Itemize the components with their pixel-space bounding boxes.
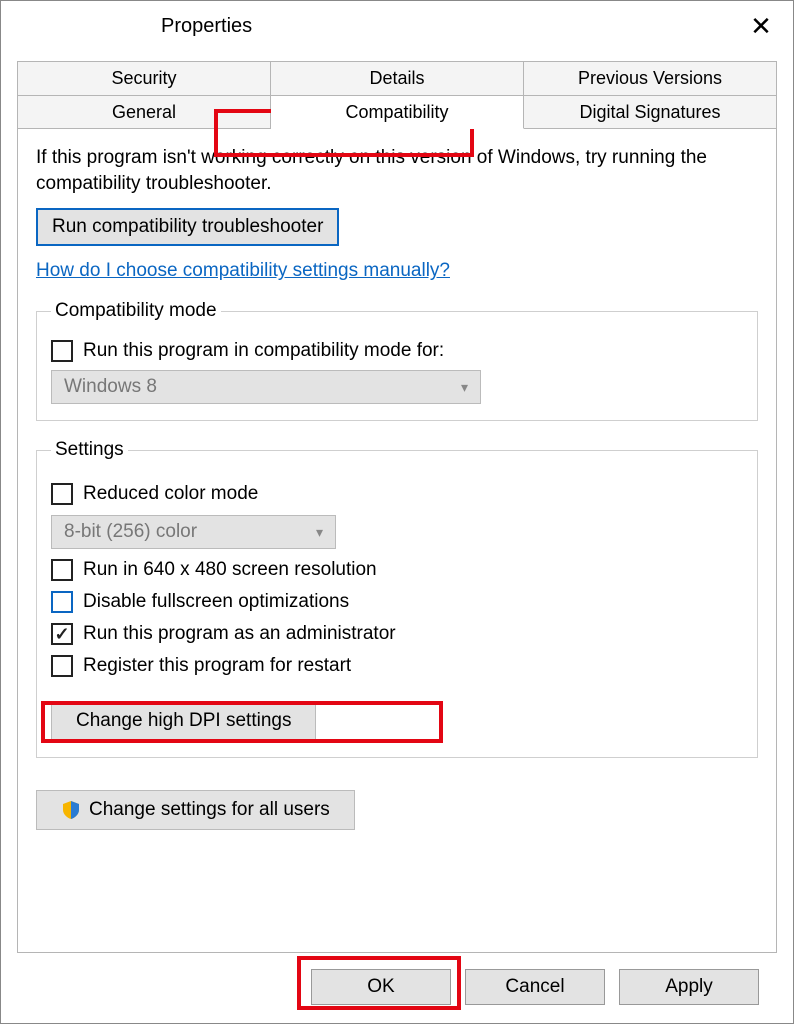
titlebar: Properties ✕ [1,1,793,51]
tab-details[interactable]: Details [271,61,524,95]
properties-dialog: Properties ✕ Security Details Previous V… [0,0,794,1024]
change-all-users-button[interactable]: Change settings for all users [36,790,355,830]
low-res-label: Run in 640 x 480 screen resolution [83,559,377,581]
close-icon: ✕ [750,11,772,42]
cancel-button[interactable]: Cancel [465,969,605,1005]
disable-fullscreen-checkbox[interactable] [51,591,73,613]
apply-button[interactable]: Apply [619,969,759,1005]
compat-mode-checkbox[interactable] [51,340,73,362]
reduced-color-checkbox[interactable] [51,483,73,505]
compat-mode-combobox[interactable]: Windows 8 ▾ [51,370,481,404]
run-troubleshooter-button[interactable]: Run compatibility troubleshooter [36,208,339,246]
shield-icon [61,800,81,820]
change-high-dpi-button[interactable]: Change high DPI settings [51,701,316,741]
compatibility-mode-legend: Compatibility mode [51,300,221,322]
tab-strip: Security Details Previous Versions Gener… [17,61,777,129]
reduced-color-label: Reduced color mode [83,483,258,505]
run-as-admin-checkbox[interactable] [51,623,73,645]
window-title: Properties [161,15,252,38]
register-restart-label: Register this program for restart [83,655,351,677]
compat-mode-label: Run this program in compatibility mode f… [83,340,444,362]
tab-previous-versions[interactable]: Previous Versions [524,61,777,95]
chevron-down-icon: ▾ [461,379,468,396]
register-restart-checkbox[interactable] [51,655,73,677]
chevron-down-icon: ▾ [316,524,323,541]
compatibility-mode-group: Compatibility mode Run this program in c… [36,300,758,421]
intro-text: If this program isn't working correctly … [36,145,758,196]
disable-fullscreen-label: Disable fullscreen optimizations [83,591,349,613]
tab-compatibility[interactable]: Compatibility [271,95,524,129]
tab-security[interactable]: Security [17,61,271,95]
ok-button[interactable]: OK [311,969,451,1005]
manual-settings-link[interactable]: How do I choose compatibility settings m… [36,260,450,282]
tab-content: If this program isn't working correctly … [17,129,777,953]
run-as-admin-label: Run this program as an administrator [83,623,396,645]
settings-group: Settings Reduced color mode 8-bit (256) … [36,439,758,758]
tab-general[interactable]: General [17,95,271,129]
dialog-button-row: OK Cancel Apply [17,953,777,1023]
tab-digital-signatures[interactable]: Digital Signatures [524,95,777,129]
close-button[interactable]: ✕ [741,9,781,43]
low-res-checkbox[interactable] [51,559,73,581]
reduced-color-combobox[interactable]: 8-bit (256) color ▾ [51,515,336,549]
settings-legend: Settings [51,439,128,461]
